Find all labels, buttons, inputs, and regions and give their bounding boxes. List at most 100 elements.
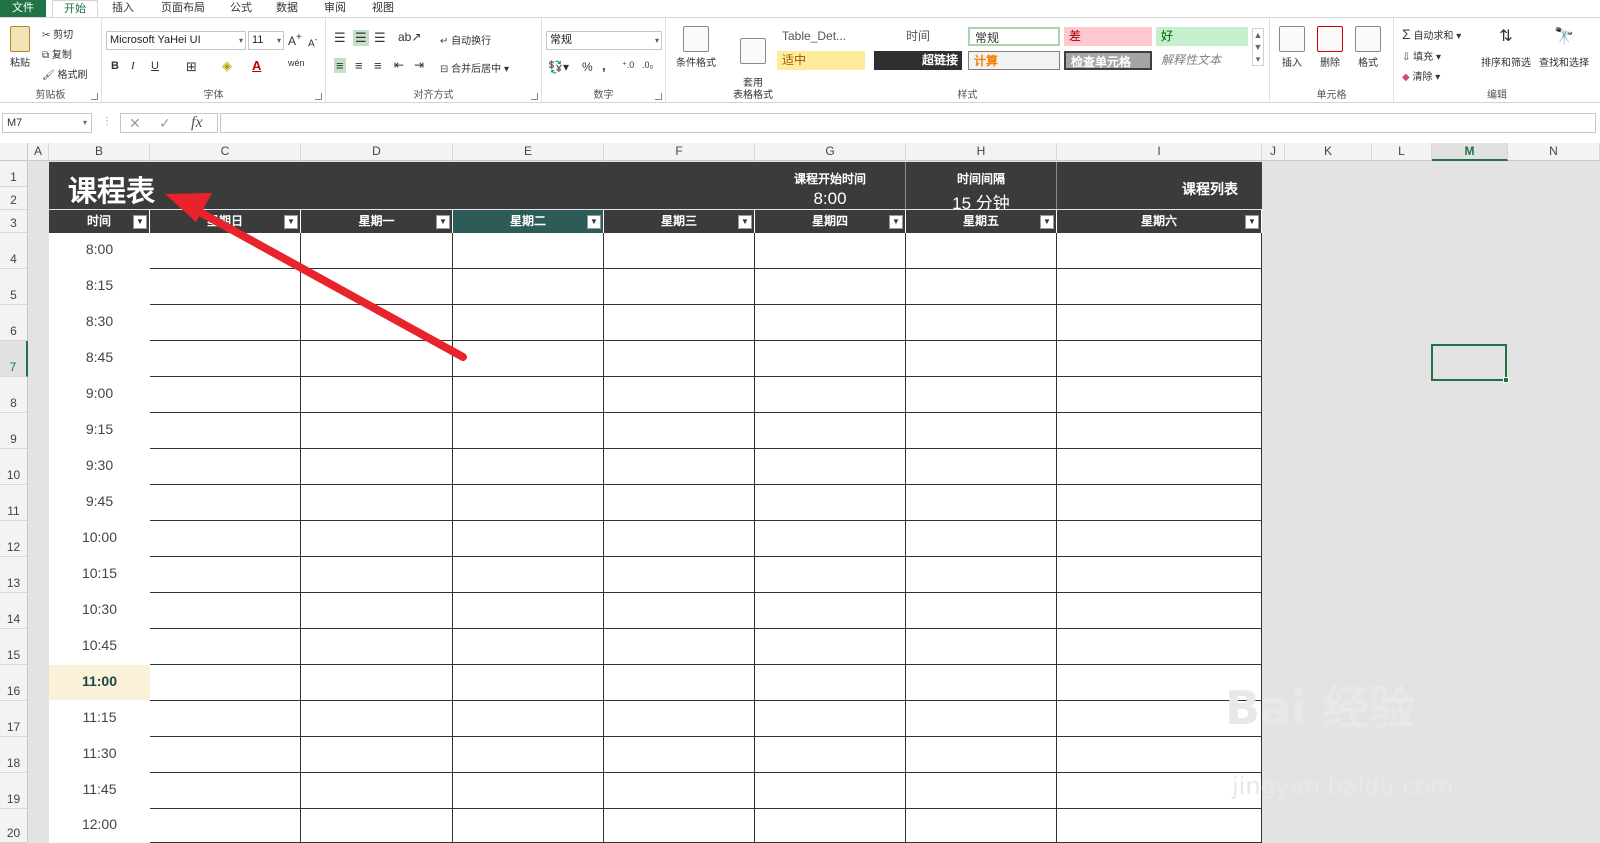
schedule-cell[interactable] [150,557,301,593]
schedule-cell[interactable] [906,377,1057,413]
start-time-value[interactable]: 8:00 [755,189,905,209]
insert-function-icon[interactable]: fx [191,114,203,132]
select-all-corner[interactable] [0,143,28,161]
schedule-cell[interactable] [301,485,453,521]
column-header-f[interactable]: F [604,143,755,161]
schedule-cell[interactable] [301,233,453,269]
schedule-cell[interactable] [906,233,1057,269]
tab-review[interactable]: 审阅 [316,0,354,17]
time-slot[interactable]: 9:15 [49,413,150,449]
number-format-select[interactable]: 常规 ▾ [546,31,662,50]
schedule-cell[interactable] [755,809,906,843]
column-heading-day-3[interactable]: 星期二 ▼ [453,210,604,233]
schedule-cell[interactable] [453,737,604,773]
enter-icon[interactable]: ✓ [159,115,171,132]
schedule-cell[interactable] [150,737,301,773]
align-top-icon[interactable]: ☰ [334,30,346,46]
schedule-cell[interactable] [453,485,604,521]
time-slot[interactable]: 10:30 [49,593,150,629]
schedule-cell[interactable] [150,449,301,485]
row-header-14[interactable]: 14 [0,593,28,629]
schedule-cell[interactable] [1057,629,1262,665]
copy-button[interactable]: ⧉ 复制 [42,46,72,61]
schedule-cell[interactable] [150,773,301,809]
course-list-link[interactable]: 课程列表 [1160,179,1260,199]
format-painter-button[interactable]: 🖌 格式刷 [42,66,87,81]
filter-dropdown-icon[interactable]: ▼ [738,215,752,229]
time-slot[interactable]: 11:45 [49,773,150,809]
cancel-icon[interactable]: ✕ [129,115,141,132]
filter-dropdown-icon[interactable]: ▼ [1245,215,1259,229]
schedule-cell[interactable] [150,233,301,269]
row-header-17[interactable]: 17 [0,701,28,737]
schedule-cell[interactable] [453,269,604,305]
schedule-cell[interactable] [906,413,1057,449]
font-launcher-icon[interactable] [315,93,322,100]
schedule-cell[interactable] [453,665,604,701]
clipboard-launcher-icon[interactable] [91,93,98,100]
schedule-cell[interactable] [150,269,301,305]
align-bottom-icon[interactable]: ☰ [374,30,386,46]
schedule-cell[interactable] [1057,377,1262,413]
row-header-1[interactable]: 1 [0,161,28,187]
schedule-cell[interactable] [301,737,453,773]
sort-filter-button[interactable]: ⇅ 排序和筛选 [1478,26,1534,69]
row-header-3[interactable]: 3 [0,210,28,233]
time-slot[interactable]: 10:00 [49,521,150,557]
tab-insert[interactable]: 插入 [104,0,142,17]
schedule-cell[interactable] [604,557,755,593]
fill-button[interactable]: ⇩ 填充 ▾ [1402,48,1441,63]
orientation-icon[interactable]: ab↗ [398,30,421,44]
schedule-cell[interactable] [150,809,301,843]
column-header-a[interactable]: A [28,143,49,161]
schedule-cell[interactable] [604,305,755,341]
filter-dropdown-icon[interactable]: ▼ [1040,215,1054,229]
schedule-cell[interactable] [1057,593,1262,629]
column-heading-day-4[interactable]: 星期三 ▼ [604,210,755,233]
align-middle-icon[interactable]: ☰ [353,30,369,46]
italic-button[interactable]: I [131,60,135,72]
underline-button[interactable]: U [151,60,159,72]
style-calculation[interactable]: 计算 [968,51,1060,70]
column-header-g[interactable]: G [755,143,906,161]
delete-cells-button[interactable]: 删除 [1314,26,1346,69]
time-slot[interactable]: 8:15 [49,269,150,305]
row-header-4[interactable]: 4 [0,233,28,269]
column-header-h[interactable]: H [906,143,1057,161]
time-slot[interactable]: 10:15 [49,557,150,593]
schedule-cell[interactable] [453,629,604,665]
style-bad[interactable]: 差 [1064,27,1152,46]
percent-button[interactable]: % [582,60,593,74]
decrease-decimal-icon[interactable]: .0₀ [642,60,653,70]
schedule-cell[interactable] [301,305,453,341]
schedule-cell[interactable] [906,341,1057,377]
schedule-cell[interactable] [301,413,453,449]
schedule-cell[interactable] [604,809,755,843]
column-heading-day-6[interactable]: 星期五 ▼ [906,210,1057,233]
schedule-cell[interactable] [1057,521,1262,557]
name-box[interactable]: M7 ▾ [2,113,92,133]
schedule-cell[interactable] [906,269,1057,305]
row-header-19[interactable]: 19 [0,773,28,809]
column-heading-day-2[interactable]: 星期一 ▼ [301,210,453,233]
filter-dropdown-icon[interactable]: ▼ [889,215,903,229]
schedule-cell[interactable] [301,629,453,665]
filter-dropdown-icon[interactable]: ▼ [284,215,298,229]
schedule-cell[interactable] [301,341,453,377]
schedule-cell[interactable] [1057,557,1262,593]
schedule-cell[interactable] [604,593,755,629]
paste-button[interactable]: 粘贴 [6,26,34,69]
style-table-det[interactable]: Table_Det... [777,27,899,46]
schedule-cell[interactable] [301,773,453,809]
schedule-cell[interactable] [755,737,906,773]
active-cell-selection[interactable] [1431,344,1509,383]
schedule-cell[interactable] [604,701,755,737]
tab-formulas[interactable]: 公式 [222,0,260,17]
font-name-select[interactable]: Microsoft YaHei UI ▾ [106,31,246,50]
schedule-cell[interactable] [1057,305,1262,341]
row-header-8[interactable]: 8 [0,377,28,413]
row-header-12[interactable]: 12 [0,521,28,557]
column-header-c[interactable]: C [150,143,301,161]
schedule-cell[interactable] [453,773,604,809]
style-hyperlink[interactable]: 超链接 [874,51,962,70]
